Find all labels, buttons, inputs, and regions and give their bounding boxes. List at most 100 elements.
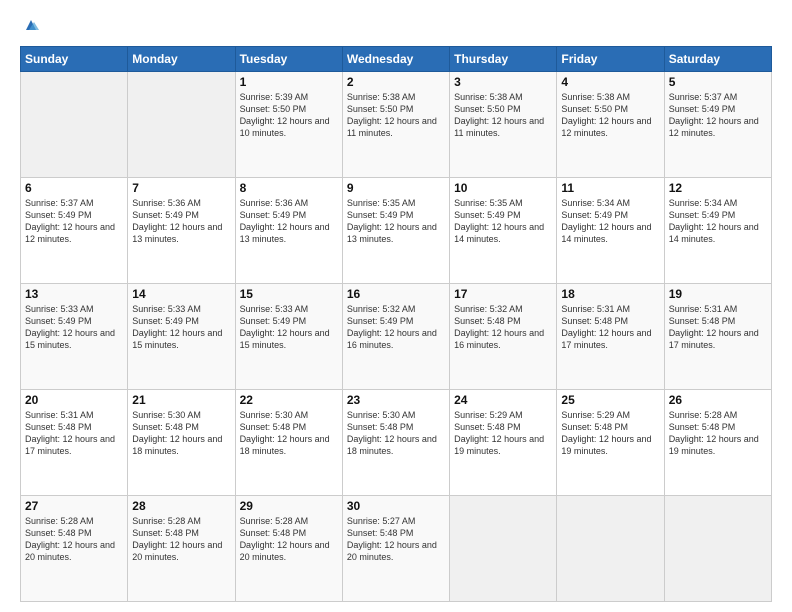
day-info: Sunrise: 5:31 AM Sunset: 5:48 PM Dayligh… <box>669 303 767 352</box>
day-info: Sunrise: 5:38 AM Sunset: 5:50 PM Dayligh… <box>561 91 659 140</box>
day-number: 13 <box>25 287 123 301</box>
calendar-cell: 26 Sunrise: 5:28 AM Sunset: 5:48 PM Dayli… <box>664 390 771 496</box>
day-info: Sunrise: 5:30 AM Sunset: 5:48 PM Dayligh… <box>240 409 338 458</box>
calendar-cell: 18 Sunrise: 5:31 AM Sunset: 5:48 PM Dayli… <box>557 284 664 390</box>
day-header-tuesday: Tuesday <box>235 47 342 72</box>
day-number: 18 <box>561 287 659 301</box>
day-info: Sunrise: 5:39 AM Sunset: 5:50 PM Dayligh… <box>240 91 338 140</box>
day-number: 26 <box>669 393 767 407</box>
day-number: 6 <box>25 181 123 195</box>
header <box>20 16 772 36</box>
day-info: Sunrise: 5:31 AM Sunset: 5:48 PM Dayligh… <box>25 409 123 458</box>
calendar-cell: 8 Sunrise: 5:36 AM Sunset: 5:49 PM Daylig… <box>235 178 342 284</box>
day-info: Sunrise: 5:33 AM Sunset: 5:49 PM Dayligh… <box>25 303 123 352</box>
day-number: 11 <box>561 181 659 195</box>
calendar-cell: 21Sunrise: 5:30 AM Sunset: 5:48 PM Dayli… <box>128 390 235 496</box>
calendar-cell: 11 Sunrise: 5:34 AM Sunset: 5:49 PM Dayli… <box>557 178 664 284</box>
day-info: Sunrise: 5:27 AM Sunset: 5:48 PM Dayligh… <box>347 515 445 564</box>
day-info: Sunrise: 5:38 AM Sunset: 5:50 PM Dayligh… <box>454 91 552 140</box>
day-info: Sunrise: 5:29 AM Sunset: 5:48 PM Dayligh… <box>561 409 659 458</box>
day-number: 21 <box>132 393 230 407</box>
day-info: Sunrise: 5:38 AM Sunset: 5:50 PM Dayligh… <box>347 91 445 140</box>
calendar-cell <box>450 496 557 602</box>
calendar-cell: 10Sunrise: 5:35 AM Sunset: 5:49 PM Dayli… <box>450 178 557 284</box>
day-number: 23 <box>347 393 445 407</box>
calendar-cell: 14Sunrise: 5:33 AM Sunset: 5:49 PM Dayli… <box>128 284 235 390</box>
logo <box>20 16 40 36</box>
calendar-cell: 16 Sunrise: 5:32 AM Sunset: 5:49 PM Dayli… <box>342 284 449 390</box>
day-number: 19 <box>669 287 767 301</box>
day-number: 16 <box>347 287 445 301</box>
day-number: 10 <box>454 181 552 195</box>
calendar-cell: 12 Sunrise: 5:34 AM Sunset: 5:49 PM Dayli… <box>664 178 771 284</box>
day-number: 8 <box>240 181 338 195</box>
day-number: 22 <box>240 393 338 407</box>
calendar-cell <box>664 496 771 602</box>
day-number: 15 <box>240 287 338 301</box>
calendar-cell: 30 Sunrise: 5:27 AM Sunset: 5:48 PM Dayli… <box>342 496 449 602</box>
calendar-cell: 22 Sunrise: 5:30 AM Sunset: 5:48 PM Dayli… <box>235 390 342 496</box>
day-number: 25 <box>561 393 659 407</box>
day-number: 12 <box>669 181 767 195</box>
page: SundayMondayTuesdayWednesdayThursdayFrid… <box>0 0 792 612</box>
day-header-saturday: Saturday <box>664 47 771 72</box>
day-header-thursday: Thursday <box>450 47 557 72</box>
calendar-cell: 15 Sunrise: 5:33 AM Sunset: 5:49 PM Dayli… <box>235 284 342 390</box>
day-info: Sunrise: 5:33 AM Sunset: 5:49 PM Dayligh… <box>132 303 230 352</box>
day-number: 4 <box>561 75 659 89</box>
day-info: Sunrise: 5:32 AM Sunset: 5:49 PM Dayligh… <box>347 303 445 352</box>
day-header-wednesday: Wednesday <box>342 47 449 72</box>
calendar-week-2: 6 Sunrise: 5:37 AM Sunset: 5:49 PM Daylig… <box>21 178 772 284</box>
day-number: 1 <box>240 75 338 89</box>
calendar-header-row: SundayMondayTuesdayWednesdayThursdayFrid… <box>21 47 772 72</box>
calendar-week-4: 20 Sunrise: 5:31 AM Sunset: 5:48 PM Dayli… <box>21 390 772 496</box>
day-number: 24 <box>454 393 552 407</box>
day-number: 29 <box>240 499 338 513</box>
calendar-cell <box>21 72 128 178</box>
calendar-cell: 29Sunrise: 5:28 AM Sunset: 5:48 PM Dayli… <box>235 496 342 602</box>
calendar-cell: 3 Sunrise: 5:38 AM Sunset: 5:50 PM Daylig… <box>450 72 557 178</box>
day-info: Sunrise: 5:34 AM Sunset: 5:49 PM Dayligh… <box>669 197 767 246</box>
calendar-cell: 28Sunrise: 5:28 AM Sunset: 5:48 PM Dayli… <box>128 496 235 602</box>
day-number: 2 <box>347 75 445 89</box>
calendar-cell: 27 Sunrise: 5:28 AM Sunset: 5:48 PM Dayli… <box>21 496 128 602</box>
logo-icon <box>22 16 40 34</box>
day-info: Sunrise: 5:30 AM Sunset: 5:48 PM Dayligh… <box>347 409 445 458</box>
day-number: 20 <box>25 393 123 407</box>
day-number: 27 <box>25 499 123 513</box>
day-info: Sunrise: 5:29 AM Sunset: 5:48 PM Dayligh… <box>454 409 552 458</box>
day-number: 3 <box>454 75 552 89</box>
calendar-cell: 7Sunrise: 5:36 AM Sunset: 5:49 PM Daylig… <box>128 178 235 284</box>
day-info: Sunrise: 5:28 AM Sunset: 5:48 PM Dayligh… <box>25 515 123 564</box>
day-info: Sunrise: 5:28 AM Sunset: 5:48 PM Dayligh… <box>132 515 230 564</box>
calendar-week-5: 27 Sunrise: 5:28 AM Sunset: 5:48 PM Dayli… <box>21 496 772 602</box>
day-info: Sunrise: 5:28 AM Sunset: 5:48 PM Dayligh… <box>669 409 767 458</box>
calendar-cell: 1 Sunrise: 5:39 AM Sunset: 5:50 PM Daylig… <box>235 72 342 178</box>
calendar-cell <box>557 496 664 602</box>
calendar-week-3: 13 Sunrise: 5:33 AM Sunset: 5:49 PM Dayli… <box>21 284 772 390</box>
calendar-cell: 20 Sunrise: 5:31 AM Sunset: 5:48 PM Dayli… <box>21 390 128 496</box>
calendar-cell: 23 Sunrise: 5:30 AM Sunset: 5:48 PM Dayli… <box>342 390 449 496</box>
calendar-cell: 2 Sunrise: 5:38 AM Sunset: 5:50 PM Daylig… <box>342 72 449 178</box>
day-number: 30 <box>347 499 445 513</box>
day-info: Sunrise: 5:34 AM Sunset: 5:49 PM Dayligh… <box>561 197 659 246</box>
day-header-monday: Monday <box>128 47 235 72</box>
calendar-cell: 25 Sunrise: 5:29 AM Sunset: 5:48 PM Dayli… <box>557 390 664 496</box>
day-info: Sunrise: 5:31 AM Sunset: 5:48 PM Dayligh… <box>561 303 659 352</box>
day-number: 5 <box>669 75 767 89</box>
calendar-cell: 4 Sunrise: 5:38 AM Sunset: 5:50 PM Daylig… <box>557 72 664 178</box>
calendar-cell: 5Sunrise: 5:37 AM Sunset: 5:49 PM Daylig… <box>664 72 771 178</box>
calendar: SundayMondayTuesdayWednesdayThursdayFrid… <box>20 46 772 602</box>
day-info: Sunrise: 5:36 AM Sunset: 5:49 PM Dayligh… <box>240 197 338 246</box>
calendar-cell: 6 Sunrise: 5:37 AM Sunset: 5:49 PM Daylig… <box>21 178 128 284</box>
calendar-cell: 19 Sunrise: 5:31 AM Sunset: 5:48 PM Dayli… <box>664 284 771 390</box>
calendar-cell: 17Sunrise: 5:32 AM Sunset: 5:48 PM Dayli… <box>450 284 557 390</box>
calendar-cell: 13 Sunrise: 5:33 AM Sunset: 5:49 PM Dayli… <box>21 284 128 390</box>
day-info: Sunrise: 5:35 AM Sunset: 5:49 PM Dayligh… <box>347 197 445 246</box>
day-info: Sunrise: 5:32 AM Sunset: 5:48 PM Dayligh… <box>454 303 552 352</box>
day-number: 7 <box>132 181 230 195</box>
day-number: 9 <box>347 181 445 195</box>
day-info: Sunrise: 5:33 AM Sunset: 5:49 PM Dayligh… <box>240 303 338 352</box>
day-header-sunday: Sunday <box>21 47 128 72</box>
day-info: Sunrise: 5:37 AM Sunset: 5:49 PM Dayligh… <box>25 197 123 246</box>
